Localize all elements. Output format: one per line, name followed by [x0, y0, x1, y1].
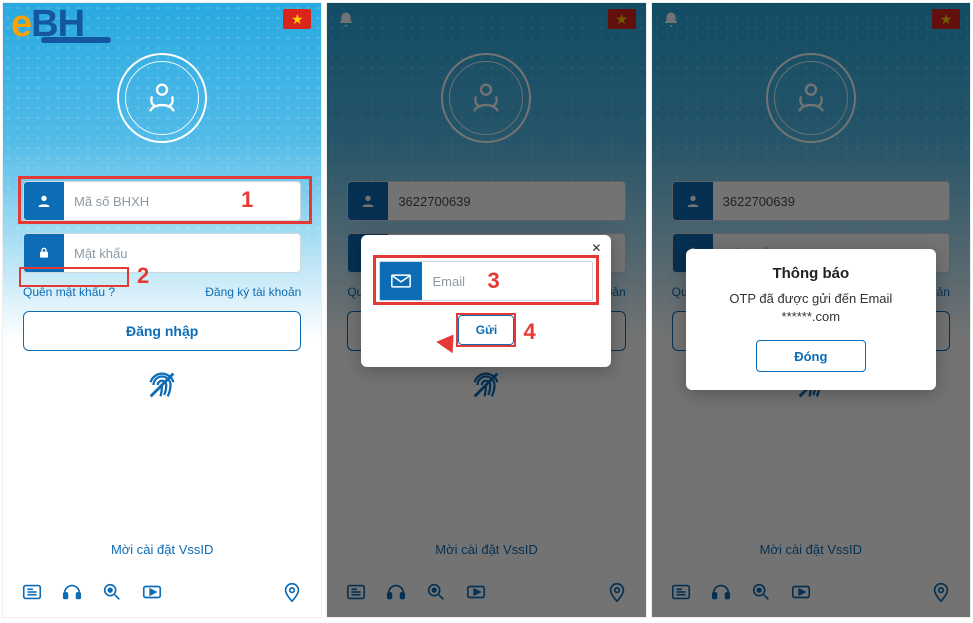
close-button[interactable]: Đóng [756, 340, 866, 372]
lock-icon [24, 233, 64, 273]
password-placeholder: Mật khẩu [64, 234, 300, 272]
fingerprint-icon[interactable] [142, 365, 182, 405]
notice-modal: Thông báo OTP đã được gửi đến Email ****… [686, 249, 936, 390]
logo-ebh: eBH [11, 3, 84, 46]
news-icon[interactable] [21, 581, 43, 603]
annot-1: 1 [241, 187, 253, 213]
headset-icon[interactable] [61, 581, 83, 603]
bhxh-field[interactable]: Mã số BHXH [23, 181, 301, 221]
modal-title: Thông báo [704, 265, 918, 282]
video-icon[interactable] [141, 581, 163, 603]
modal-body: OTP đã được gửi đến Email ******.com [704, 290, 918, 326]
user-icon [24, 181, 64, 221]
emblem-bhxh [117, 53, 207, 143]
bhxh-placeholder: Mã số BHXH [64, 182, 300, 220]
annot-4: 4 [523, 319, 535, 345]
password-field[interactable]: Mật khẩu [23, 233, 301, 273]
flag-vn[interactable]: ★ [283, 9, 311, 29]
mail-icon [380, 261, 422, 301]
register-link[interactable]: Đăng ký tài khoản [205, 285, 301, 299]
annot-3: 3 [487, 268, 499, 294]
bottom-bar [3, 579, 321, 605]
annot-2: 2 [137, 263, 149, 289]
install-link[interactable]: Mời cài đặt VssID [3, 542, 321, 557]
screen-email-modal: ★ 3622700639 Mật khẩu Quê oản Đăng nhập … [326, 2, 646, 618]
screen-otp-notice: ★ 3622700639 Mật khẩu Quê oản Đăng nhập … [651, 2, 971, 618]
send-button[interactable]: Gửi [458, 315, 514, 345]
email-field[interactable]: Email [379, 261, 593, 301]
search-icon[interactable] [101, 581, 123, 603]
login-button[interactable]: Đăng nhập [23, 311, 301, 351]
close-icon[interactable]: ✕ [591, 241, 601, 255]
forgot-password-link[interactable]: Quên mật khẩu ? [23, 285, 115, 299]
email-modal: ✕ Email 3 Gửi 4 [361, 235, 611, 367]
location-icon[interactable] [281, 579, 303, 605]
email-placeholder: Email [422, 274, 592, 289]
screen-login: eBH ★ Mã số BHXH 1 Mật khẩu Quên mật k [2, 2, 322, 618]
